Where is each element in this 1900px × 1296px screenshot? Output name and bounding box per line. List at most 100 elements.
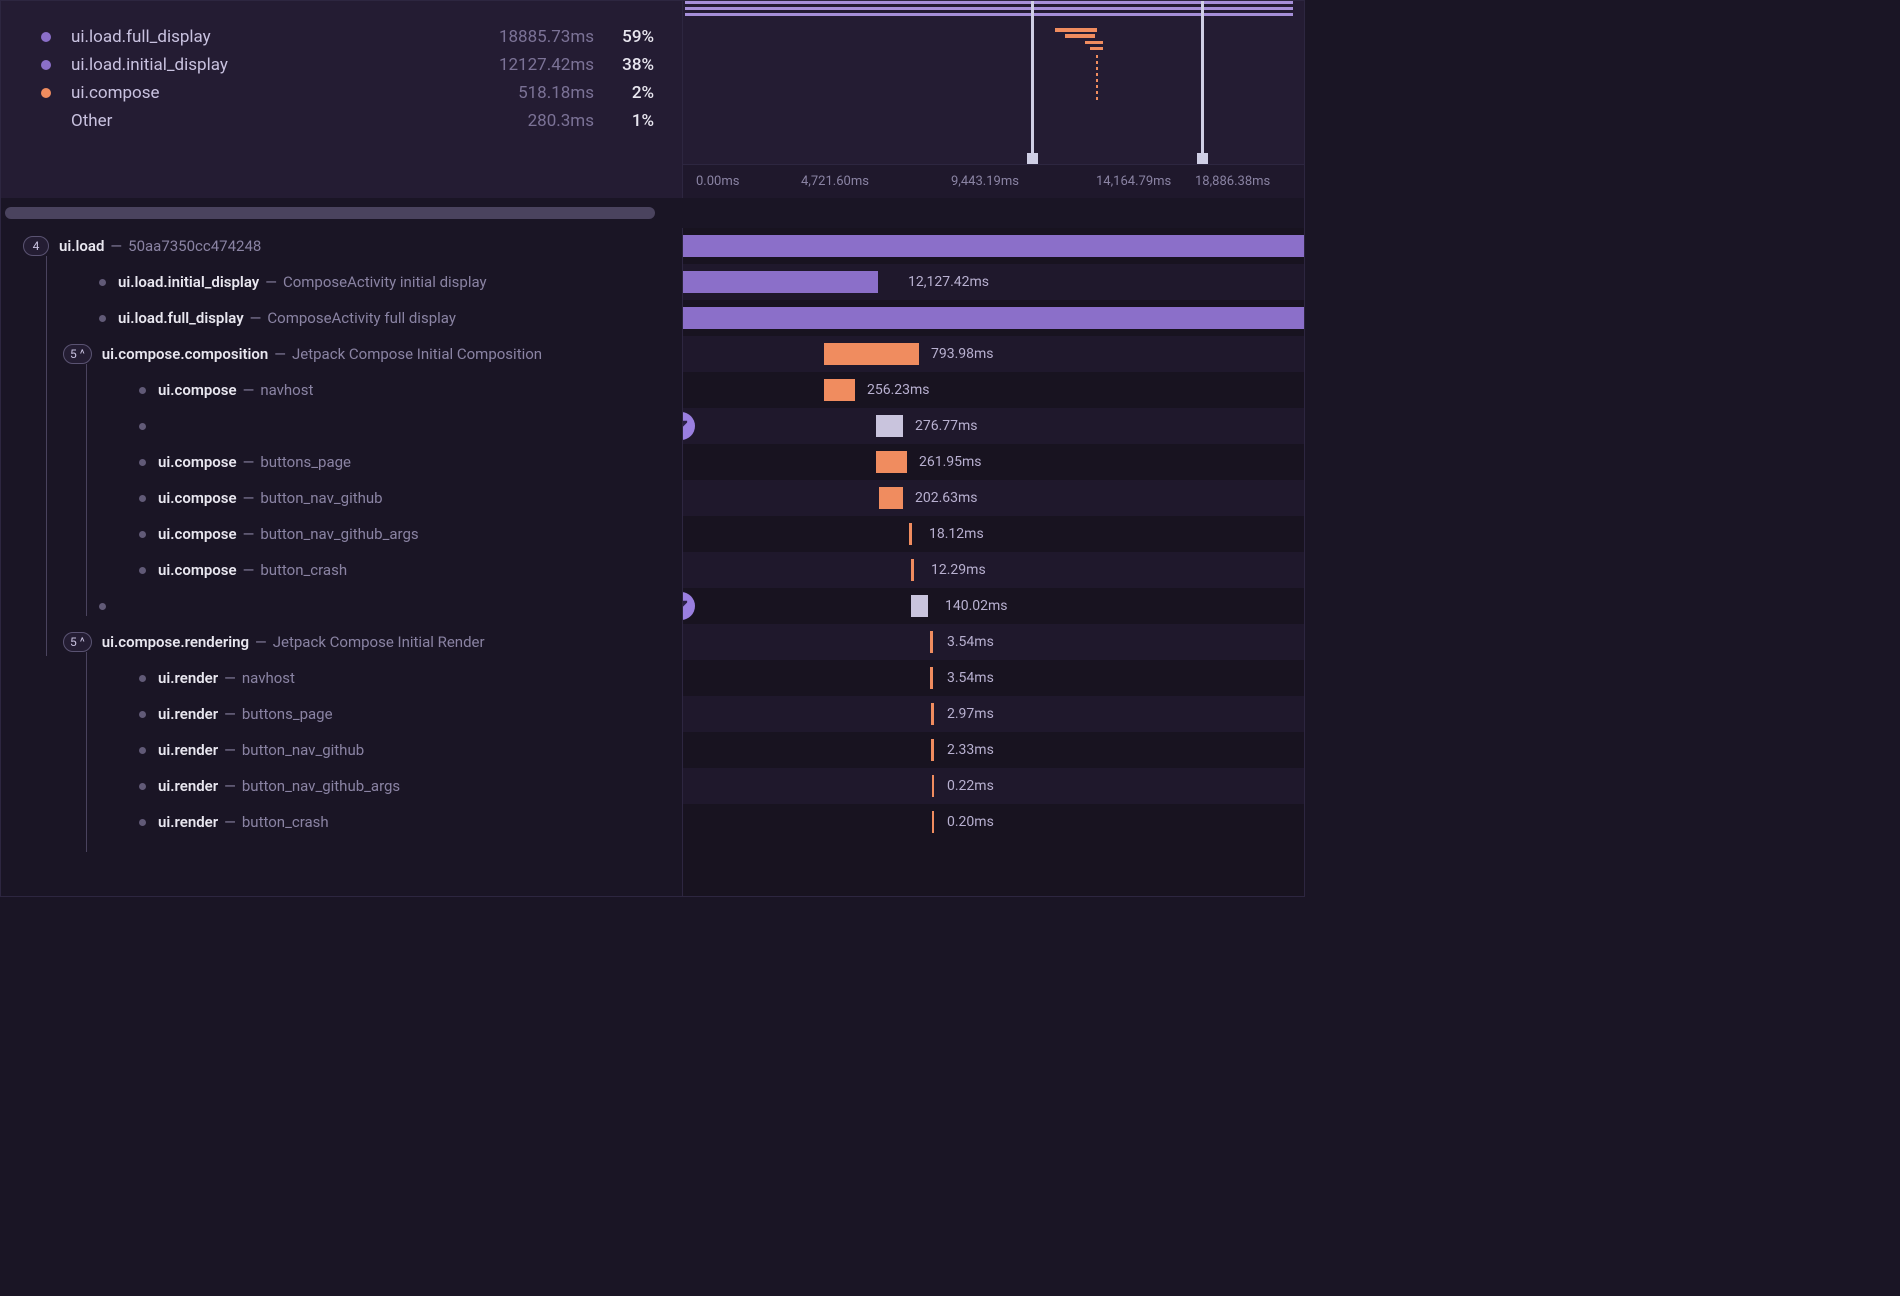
tree-row[interactable]: ui.compose—button_nav_github	[1, 480, 682, 516]
tree-row[interactable]: ui.render—button_nav_github_args	[1, 768, 682, 804]
summary-pct: 59%	[594, 27, 654, 47]
tree-bullet-icon	[139, 531, 146, 538]
minimap[interactable]: 0.00ms4,721.60ms9,443.19ms14,164.79ms18,…	[683, 1, 1304, 198]
waterfall-row[interactable]: 2.33ms	[683, 732, 1304, 768]
expand-badge[interactable]: 5 ^	[63, 344, 92, 364]
tree-row[interactable]: 5 ^ui.compose.rendering—Jetpack Compose …	[1, 624, 682, 660]
tree-row[interactable]: ui.compose—buttons_page	[1, 444, 682, 480]
tree-row[interactable]: ui.render—button_nav_github	[1, 732, 682, 768]
tree-row[interactable]: ui.compose—navhost	[1, 372, 682, 408]
waterfall-row[interactable]: 202.63ms	[683, 480, 1304, 516]
span-desc: buttons_page	[260, 453, 351, 471]
minimap-range-handle-foot[interactable]	[1027, 153, 1038, 164]
waterfall-row[interactable]: 2.97ms	[683, 696, 1304, 732]
span-desc: Jetpack Compose Initial Render	[273, 633, 485, 651]
separator: —	[243, 489, 255, 507]
span-duration: 261.95ms	[919, 454, 982, 470]
span-name: ui.compose	[158, 561, 237, 579]
horizontal-scrollbar[interactable]	[1, 198, 1304, 228]
waterfall-row[interactable]	[683, 228, 1304, 264]
separator: —	[265, 273, 277, 291]
tree-row[interactable]: ui.render—button_crash	[1, 804, 682, 840]
waterfall-chart[interactable]: 12,127.42ms 793.98ms 256.23ms 276.77ms 261.9…	[683, 228, 1304, 896]
span-tree[interactable]: 4ui.load—50aa7350cc474248ui.load.initial…	[1, 228, 683, 896]
waterfall-row[interactable]: 793.98ms	[683, 336, 1304, 372]
span-bar[interactable]	[876, 415, 903, 437]
span-bar[interactable]	[930, 631, 933, 653]
separator: —	[243, 381, 255, 399]
tree-row[interactable]: ui.load.full_display—ComposeActivity ful…	[1, 300, 682, 336]
waterfall-row[interactable]: 3.54ms	[683, 660, 1304, 696]
summary-row[interactable]: Other280.3ms1%	[41, 111, 654, 131]
summary-row[interactable]: ui.load.full_display18885.73ms59%	[41, 27, 654, 47]
tree-row[interactable]: ui.render—buttons_page	[1, 696, 682, 732]
summary-row[interactable]: ui.compose518.18ms2%	[41, 83, 654, 103]
tree-row[interactable]	[1, 588, 682, 624]
span-desc: buttons_page	[242, 705, 333, 723]
tree-bullet-icon	[139, 711, 146, 718]
span-name: ui.render	[158, 777, 218, 795]
span-name: ui.render	[158, 705, 218, 723]
tree-row[interactable]: 4ui.load—50aa7350cc474248	[1, 228, 682, 264]
waterfall-row[interactable]: 261.95ms	[683, 444, 1304, 480]
span-bar[interactable]	[911, 559, 914, 581]
waterfall-row[interactable]: 12.29ms	[683, 552, 1304, 588]
filter-icon[interactable]	[683, 412, 695, 440]
minimap-range-handle[interactable]	[1201, 1, 1204, 164]
waterfall-row[interactable]: 12,127.42ms	[683, 264, 1304, 300]
span-bar[interactable]	[930, 667, 933, 689]
summary-time: 518.18ms	[464, 83, 594, 103]
separator: —	[255, 633, 267, 651]
span-duration: 202.63ms	[915, 490, 978, 506]
summary-row[interactable]: ui.load.initial_display12127.42ms38%	[41, 55, 654, 75]
tree-row[interactable]: ui.render—navhost	[1, 660, 682, 696]
span-desc: 50aa7350cc474248	[128, 237, 261, 255]
span-bar[interactable]	[931, 703, 934, 725]
tick-label: 0.00ms	[696, 174, 739, 189]
filter-icon[interactable]	[683, 592, 695, 620]
span-bar[interactable]	[931, 739, 934, 761]
span-bar[interactable]	[911, 595, 928, 617]
expand-badge[interactable]: 5 ^	[63, 632, 92, 652]
tree-bullet-icon	[139, 783, 146, 790]
span-bar[interactable]	[824, 343, 919, 365]
span-bar[interactable]	[879, 487, 903, 509]
span-duration: 793.98ms	[931, 346, 994, 362]
span-bar[interactable]	[932, 775, 934, 797]
waterfall-row[interactable]: 0.20ms	[683, 804, 1304, 840]
tree-bullet-icon	[139, 675, 146, 682]
span-duration: 276.77ms	[915, 418, 978, 434]
waterfall-row[interactable]: 0.22ms	[683, 768, 1304, 804]
span-bar[interactable]	[683, 307, 1304, 329]
tree-row[interactable]: ui.load.initial_display—ComposeActivity …	[1, 264, 682, 300]
tree-row[interactable]: ui.compose—button_crash	[1, 552, 682, 588]
tree-row[interactable]	[1, 408, 682, 444]
tree-row[interactable]: ui.compose—button_nav_github_args	[1, 516, 682, 552]
scrollbar-thumb[interactable]	[5, 207, 655, 219]
minimap-range-handle-foot[interactable]	[1197, 153, 1208, 164]
span-name: ui.render	[158, 669, 218, 687]
waterfall-row[interactable]: 256.23ms	[683, 372, 1304, 408]
span-bar[interactable]	[909, 523, 912, 545]
minimap-range-handle[interactable]	[1031, 1, 1034, 164]
waterfall-row[interactable]: 276.77ms	[683, 408, 1304, 444]
minimap-bar	[1090, 47, 1103, 50]
span-bar[interactable]	[824, 379, 855, 401]
span-bar[interactable]	[683, 235, 1304, 257]
span-bar[interactable]	[876, 451, 907, 473]
span-bar[interactable]	[932, 811, 934, 833]
span-bar[interactable]	[683, 271, 878, 293]
separator: —	[274, 345, 286, 363]
expand-badge[interactable]: 4	[23, 236, 49, 256]
purple-dot-icon	[41, 60, 51, 70]
summary-pct: 2%	[594, 83, 654, 103]
tree-bullet-icon	[99, 315, 106, 322]
waterfall-row[interactable]: 18.12ms	[683, 516, 1304, 552]
waterfall-row[interactable]	[683, 300, 1304, 336]
waterfall-row[interactable]: 140.02ms	[683, 588, 1304, 624]
minimap-canvas[interactable]	[685, 1, 1302, 164]
waterfall-row[interactable]: 3.54ms	[683, 624, 1304, 660]
tree-row[interactable]: 5 ^ui.compose.composition—Jetpack Compos…	[1, 336, 682, 372]
tree-bullet-icon	[99, 279, 106, 286]
span-duration: 0.22ms	[947, 778, 994, 794]
